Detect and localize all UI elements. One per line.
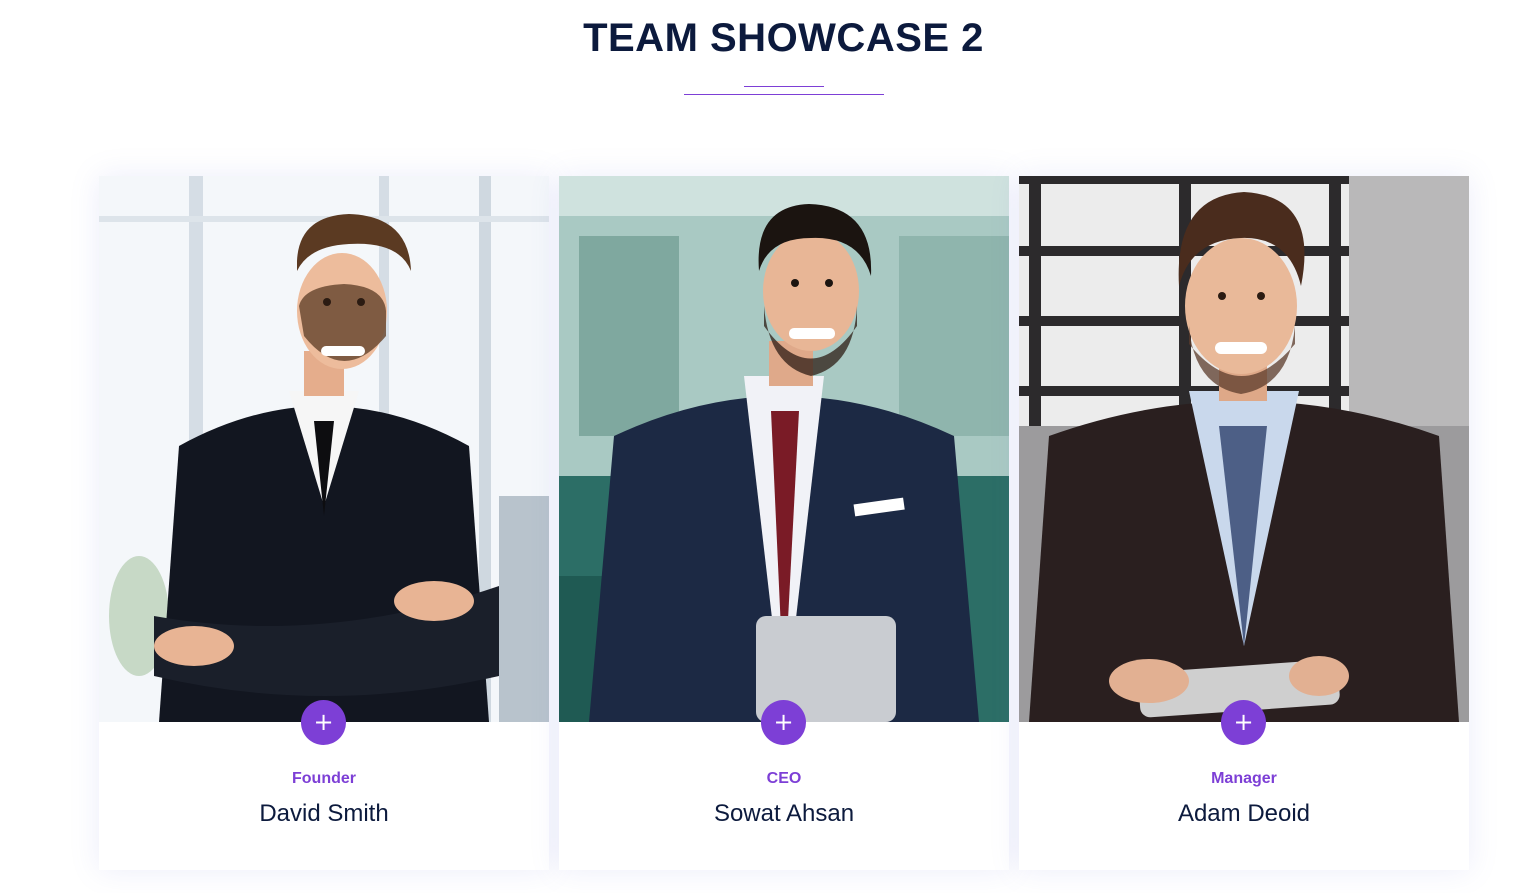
member-role: Manager — [1211, 770, 1277, 787]
team-card: + Founder David Smith — [99, 176, 549, 870]
expand-plus-button[interactable]: + — [761, 700, 806, 745]
section-title: TEAM SHOWCASE 2 — [583, 16, 984, 60]
expand-plus-button[interactable]: + — [1221, 700, 1266, 745]
member-photo — [1019, 176, 1469, 722]
team-showcase-page: TEAM SHOWCASE 2 + Founder David Smith + … — [0, 0, 1522, 893]
member-role: Founder — [292, 770, 356, 787]
title-divider — [684, 86, 884, 96]
member-photo — [99, 176, 549, 722]
divider-line-long — [684, 94, 884, 95]
team-card: + CEO Sowat Ahsan — [559, 176, 1009, 870]
member-role: CEO — [766, 770, 802, 787]
divider-line-short — [744, 86, 824, 87]
member-name: Adam Deoid — [1177, 800, 1311, 827]
member-photo — [559, 176, 1009, 722]
expand-plus-button[interactable]: + — [301, 700, 346, 745]
member-name: David Smith — [259, 800, 389, 827]
team-cards: + Founder David Smith + CEO Sowat Ahsan … — [99, 176, 1469, 870]
team-card: + Manager Adam Deoid — [1019, 176, 1469, 870]
member-name: Sowat Ahsan — [713, 800, 855, 827]
